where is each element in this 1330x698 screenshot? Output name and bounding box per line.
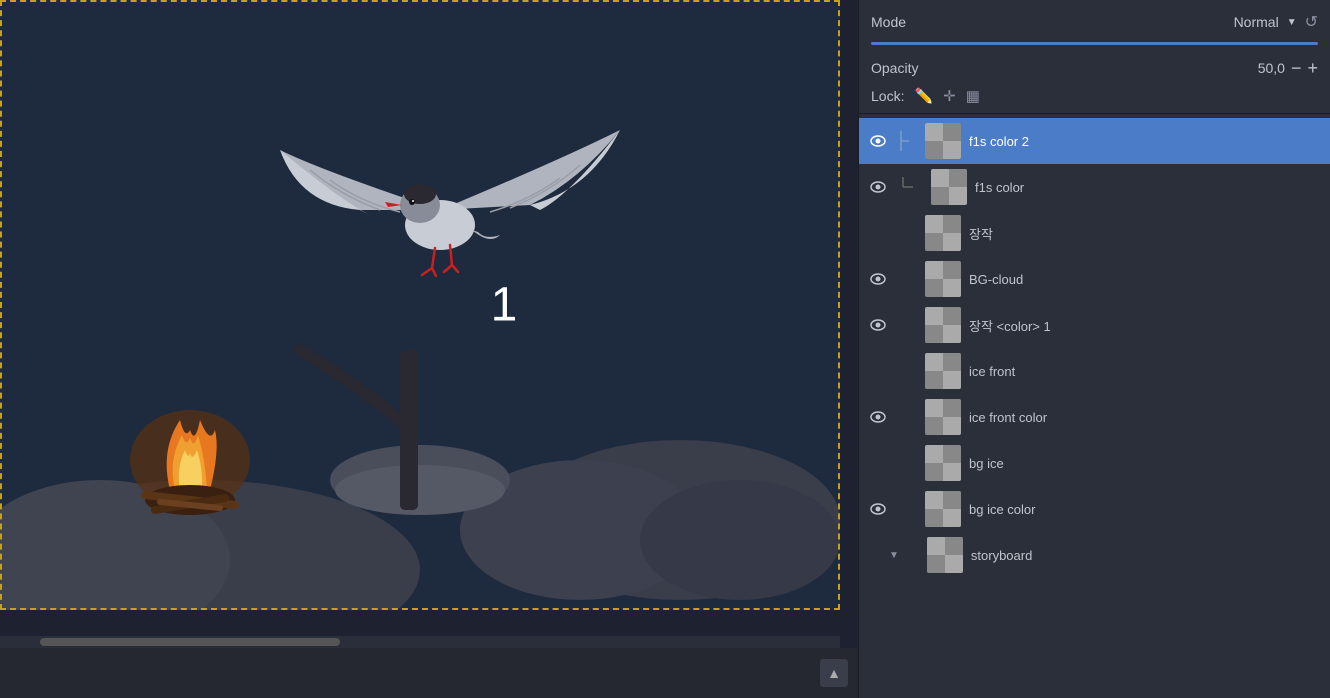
layer-thumb-jangchak-color-1: [925, 307, 961, 343]
layer-thumb-ice-front-color: [925, 399, 961, 435]
panel-header: Mode Normal ▼ ↺ Opacity 50,0 − + Lock: ✏…: [859, 0, 1330, 114]
opacity-minus-button[interactable]: −: [1291, 59, 1302, 77]
storyboard-collapse-arrow[interactable]: ▼: [889, 550, 899, 561]
layer-name-storyboard: storyboard: [971, 548, 1322, 563]
lock-paint-icon[interactable]: ✏️: [914, 87, 933, 105]
layer-name-ice-front: ice front: [969, 364, 1322, 379]
eye-icon-bg-cloud[interactable]: [867, 268, 889, 290]
eye-icon-jangchak-color-1[interactable]: [867, 314, 889, 336]
layer-thumb-storyboard: [927, 537, 963, 573]
layer-item-bg-ice-color[interactable]: bg ice color: [859, 486, 1330, 532]
lock-alpha-icon[interactable]: ▦: [966, 87, 980, 105]
opacity-plus-button[interactable]: +: [1307, 59, 1318, 77]
layer-thumb-bg-cloud: [925, 261, 961, 297]
layer-name-bg-ice: bg ice: [969, 456, 1322, 471]
lock-position-icon[interactable]: ✛: [943, 87, 956, 105]
layer-thumb-f1s-color: [931, 169, 967, 205]
layer-thumb-jangchak: [925, 215, 961, 251]
layers-list: f1s color 2 f1s color: [859, 114, 1330, 698]
layer-name-bg-ice-color: bg ice color: [969, 502, 1322, 517]
opacity-label: Opacity: [871, 60, 918, 76]
canvas-scrollbar-thumb[interactable]: [40, 638, 340, 646]
canvas-scrollbar[interactable]: [0, 636, 840, 648]
layer-item-f1s-color-2[interactable]: f1s color 2: [859, 118, 1330, 164]
layer-thumb-bg-ice: [925, 445, 961, 481]
opacity-value: 50,0: [1258, 60, 1285, 76]
lock-row: Lock: ✏️ ✛ ▦: [871, 87, 1318, 105]
layer-thumb-f1s-color-2: [925, 123, 961, 159]
layer-name-jangchak-color-1: 장작 <color> 1: [969, 316, 1322, 335]
layer-item-storyboard[interactable]: ▼ storyboard: [859, 532, 1330, 578]
opacity-row: Opacity 50,0 − +: [871, 59, 1318, 77]
right-panel: Mode Normal ▼ ↺ Opacity 50,0 − + Lock: ✏…: [858, 0, 1330, 698]
layer-name-bg-cloud: BG-cloud: [969, 272, 1322, 287]
mode-dropdown-arrow[interactable]: ▼: [1287, 17, 1297, 28]
layer-item-bg-ice[interactable]: bg ice: [859, 440, 1330, 486]
nav-up-arrow[interactable]: ▲: [820, 659, 848, 687]
layer-name-jangchak: 장작: [969, 224, 1322, 243]
layer-item-ice-front-color[interactable]: ice front color: [859, 394, 1330, 440]
mode-value: Normal: [1234, 14, 1279, 30]
mode-label: Mode: [871, 14, 906, 30]
layer-item-bg-cloud[interactable]: BG-cloud: [859, 256, 1330, 302]
eye-icon-f1s-color-2[interactable]: [867, 130, 889, 152]
layer-item-jangchak[interactable]: 장작: [859, 210, 1330, 256]
layer-thumb-ice-front: [925, 353, 961, 389]
eye-icon-f1s-color[interactable]: [867, 176, 889, 198]
layer-item-jangchak-color-1[interactable]: 장작 <color> 1: [859, 302, 1330, 348]
lock-label: Lock:: [871, 88, 904, 104]
mode-row: Mode Normal ▼ ↺: [871, 8, 1318, 32]
layer-thumb-bg-ice-color: [925, 491, 961, 527]
layer-name-ice-front-color: ice front color: [969, 410, 1322, 425]
layer-name-f1s-color-2: f1s color 2: [969, 134, 1322, 149]
layer-item-f1s-color[interactable]: f1s color: [859, 164, 1330, 210]
opacity-controls: 50,0 − +: [1258, 59, 1318, 77]
eye-icon-ice-front-color[interactable]: [867, 406, 889, 428]
layer-name-f1s-color: f1s color: [975, 180, 1322, 195]
canvas-content: 1: [0, 0, 840, 610]
reset-icon[interactable]: ↺: [1305, 12, 1318, 32]
opacity-slider[interactable]: [871, 42, 1318, 45]
canvas-bottom-bar: ▲: [0, 648, 858, 698]
layer-item-ice-front[interactable]: ice front: [859, 348, 1330, 394]
eye-icon-bg-ice-color[interactable]: [867, 498, 889, 520]
canvas-area: 1 ▲: [0, 0, 858, 698]
